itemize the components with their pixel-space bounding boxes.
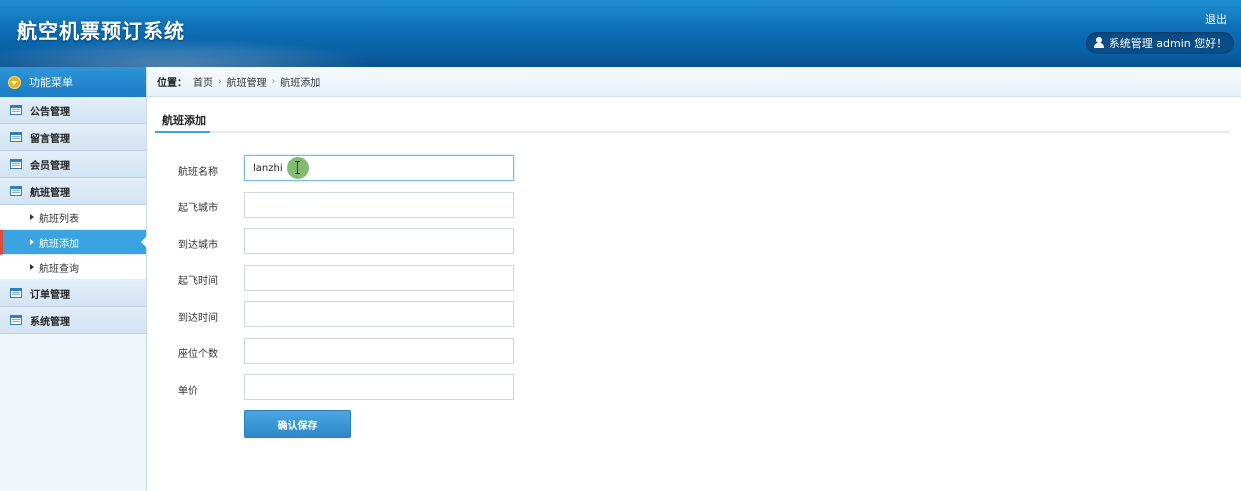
breadcrumb-home[interactable]: 首页 [193,74,213,89]
sidebar-item-label: 系统管理 [30,316,70,328]
calendar-icon [10,105,22,115]
sidebar-subitem-label: 航班查询 [39,263,79,275]
function-menu-title: 功能菜单 [29,76,73,89]
calendar-icon [10,288,22,298]
caret-right-icon [30,239,34,245]
sidebar: 功能菜单 公告管理 留言管理 会员管理 航班管理 航班列表 航班添加 航班查询 … [0,67,147,491]
caret-right-icon [30,264,34,270]
breadcrumb-location-label: 位置： [157,78,187,89]
text-cursor-icon [295,161,300,174]
sidebar-item-orders[interactable]: 订单管理 [0,280,146,307]
calendar-icon [10,132,22,142]
calendar-icon [10,159,22,169]
sidebar-item-label: 会员管理 [30,160,70,172]
sidebar-item-system[interactable]: 系统管理 [0,307,146,334]
function-menu-header[interactable]: 功能菜单 [0,67,146,97]
breadcrumb-flight-management[interactable]: 航班管理 [227,74,267,89]
departure-city-input[interactable] [244,192,514,218]
header-shade [0,52,1241,67]
calendar-icon [10,186,22,196]
chevron-down-circle-icon [8,75,21,89]
arrival-city-label: 到达城市 [178,240,218,251]
sidebar-subitem-label: 航班添加 [39,238,79,250]
departure-time-label: 起飞时间 [178,276,218,287]
user-greeting-text: 系统管理 admin 您好！ [1108,37,1228,50]
flight-name-input[interactable] [244,155,514,181]
sidebar-item-messages[interactable]: 留言管理 [0,124,146,151]
mouse-cursor-highlight [287,157,309,179]
breadcrumb-flight-add: 航班添加 [280,78,321,89]
breadcrumb: 位置： 首页 › 航班管理 › 航班添加 [147,67,1241,97]
sidebar-item-label: 航班管理 [30,187,70,199]
logout-link[interactable]: 退出 [1205,11,1227,27]
user-greeting-badge: 系统管理 admin 您好！ [1086,32,1234,54]
unit-price-label: 单价 [178,386,198,397]
arrival-city-input[interactable] [244,228,514,254]
caret-right-icon [30,214,34,220]
user-icon [1093,37,1105,49]
sidebar-subitem-flight-search[interactable]: 航班查询 [0,255,146,280]
breadcrumb-separator: › [218,76,222,87]
breadcrumb-separator: › [271,76,276,87]
seat-count-label: 座位个数 [178,349,218,360]
app-title: 航空机票预订系统 [17,19,185,43]
sidebar-subitem-flight-list[interactable]: 航班列表 [0,205,146,230]
sidebar-item-announcements[interactable]: 公告管理 [0,97,146,124]
sidebar-item-flights[interactable]: 航班管理 [0,178,146,205]
departure-time-input[interactable] [244,265,514,291]
flight-name-label: 航班名称 [178,167,218,178]
unit-price-input[interactable] [244,374,514,400]
sidebar-subitem-label: 航班列表 [39,213,79,225]
seat-count-input[interactable] [244,338,514,364]
page-title: 航班添加 [162,114,206,127]
top-header: 航空机票预订系统 退出 系统管理 admin 您好！ [0,0,1241,67]
sidebar-item-label: 订单管理 [30,289,70,301]
section-tab-indicator [155,131,210,133]
confirm-save-button[interactable]: 确认保存 [244,410,351,438]
arrival-time-input[interactable] [244,301,514,327]
calendar-icon [10,315,22,325]
departure-city-label: 起飞城市 [178,203,218,214]
section-divider [155,131,1229,133]
sidebar-item-members[interactable]: 会员管理 [0,151,146,178]
sidebar-item-label: 公告管理 [30,106,70,118]
arrival-time-label: 到达时间 [178,313,218,324]
sidebar-item-label: 留言管理 [30,133,70,145]
sidebar-subitem-flight-add[interactable]: 航班添加 [0,230,147,255]
